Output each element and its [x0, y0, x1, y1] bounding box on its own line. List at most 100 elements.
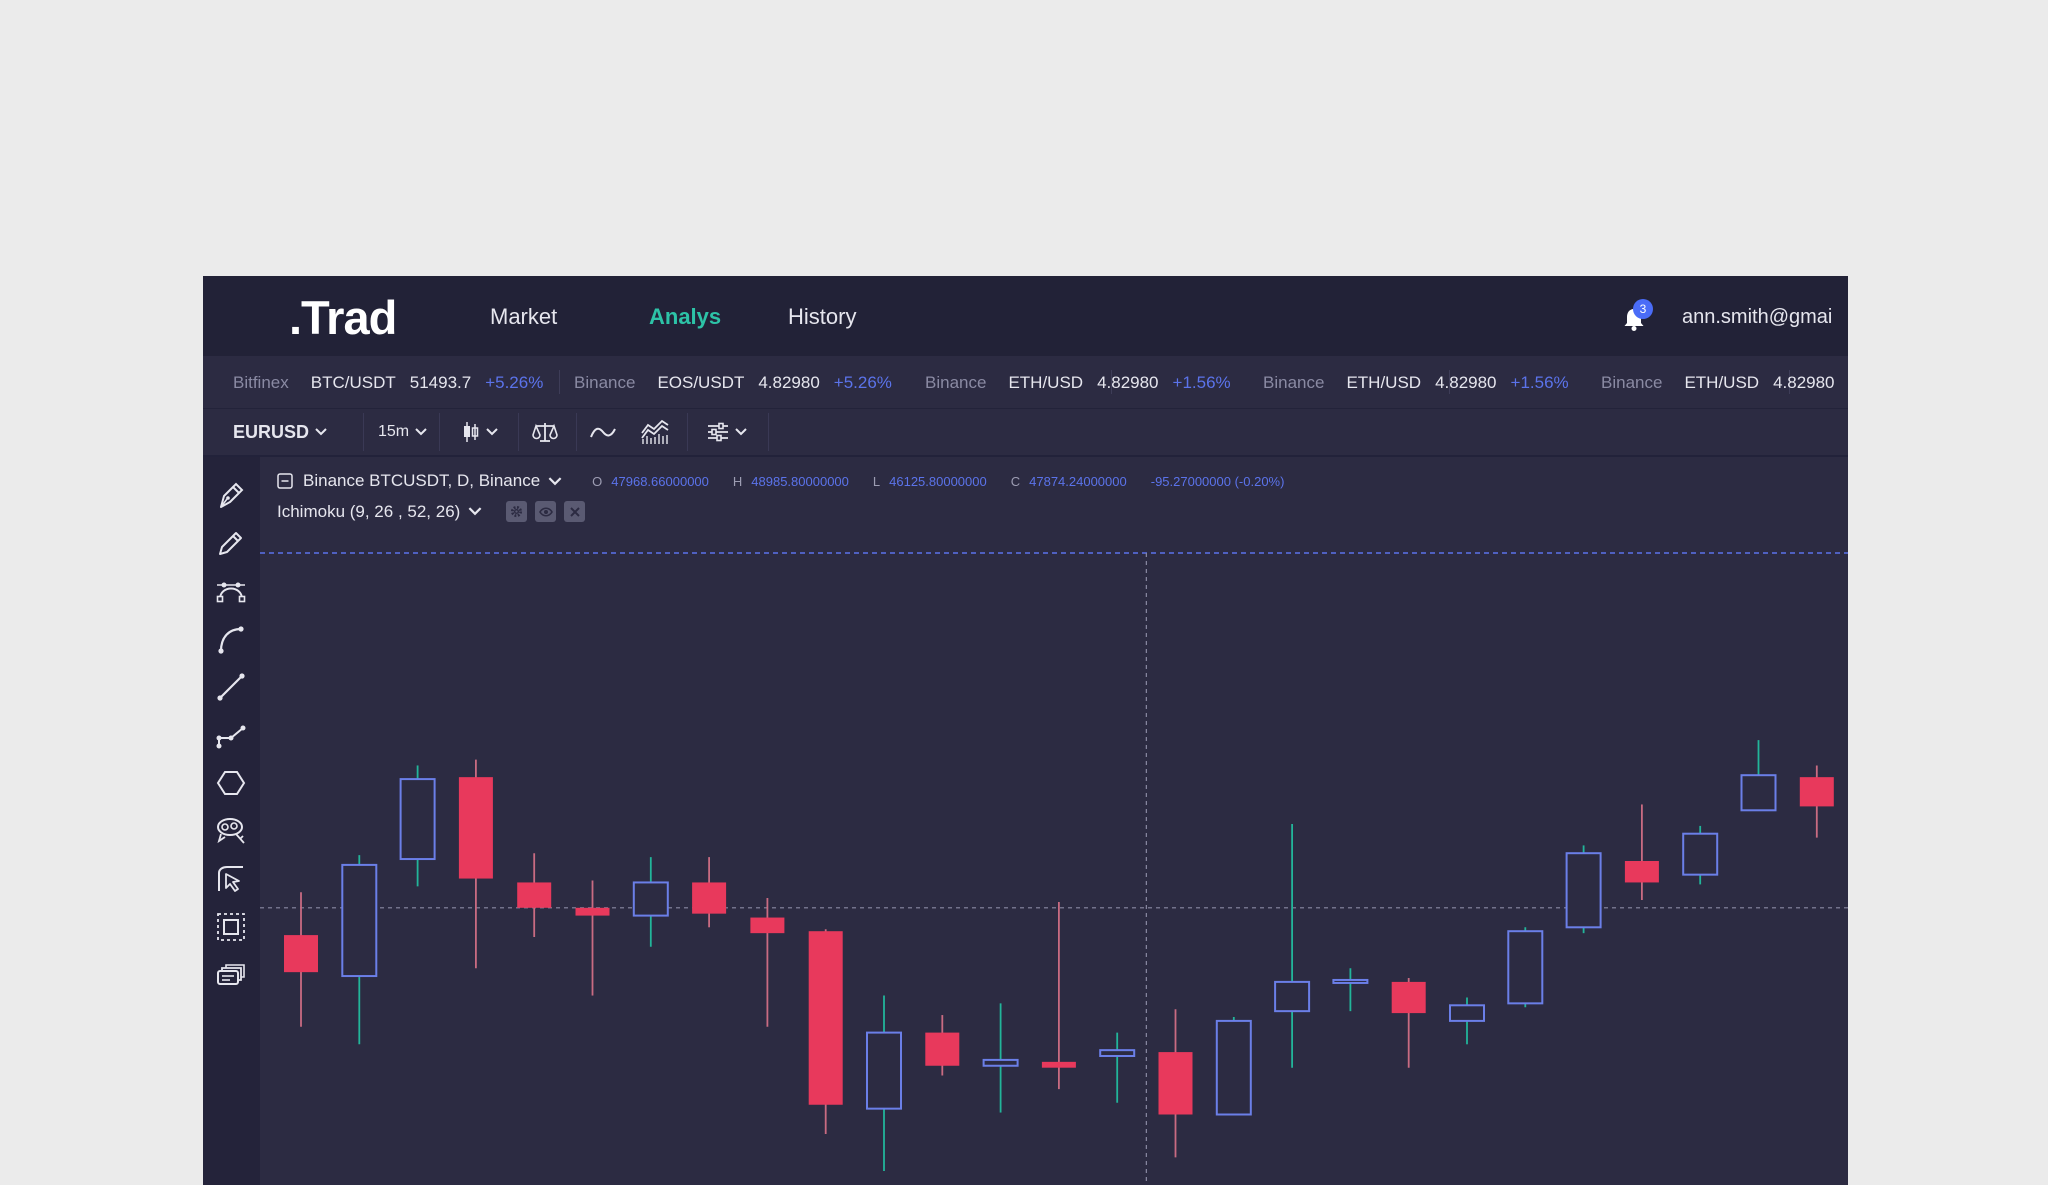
chart-settings-button[interactable] [707, 409, 747, 455]
ticker-item[interactable]: Binance ETH/USD 4.82980 [1601, 373, 1848, 393]
line-indicator-icon [590, 427, 616, 438]
close-value: 47874.24000000 [1029, 473, 1127, 489]
candle-body-up [1215, 1019, 1252, 1116]
ticker-item[interactable]: Binance EOS/USDT 4.82980 +5.26% [574, 373, 892, 393]
candle-body-down [750, 917, 785, 934]
cursor-arrow-icon[interactable] [215, 863, 247, 895]
chart-type-selector[interactable] [462, 409, 498, 455]
close-label: C [1010, 473, 1021, 489]
polyline-icon[interactable] [215, 719, 247, 751]
candle-body-down [1624, 861, 1659, 883]
gear-icon [511, 505, 523, 518]
trend-line-icon[interactable] [215, 671, 247, 703]
arc-icon[interactable] [215, 623, 247, 655]
candle-body-up [1274, 980, 1311, 1013]
chevron-down-icon [315, 428, 327, 436]
ticker-price: 4.82980 [1435, 373, 1497, 392]
candle-body-up [399, 778, 436, 861]
brush-selection-icon[interactable] [215, 815, 247, 847]
candle-body-down [1799, 777, 1834, 807]
ticker-pair: EOS/USDT [657, 373, 745, 392]
price-chart-area[interactable]: Binance BTCUSDT, D, Binance O 47968.6600… [260, 457, 1848, 1185]
candle-body-up [1449, 1004, 1485, 1022]
pencil-icon[interactable] [215, 527, 247, 559]
candles-icon [464, 422, 479, 442]
chevron-down-icon [486, 428, 498, 436]
nav-history-link[interactable]: History [788, 304, 856, 330]
drawing-tools-sidebar [203, 457, 260, 1185]
ticker-change: +1.56% [1510, 373, 1569, 392]
candle-body-up [341, 863, 378, 978]
ticker-price: 51493.7 [409, 373, 472, 392]
chevron-down-icon [735, 428, 747, 436]
candle-body-down [692, 882, 727, 914]
compare-button[interactable] [532, 409, 558, 455]
change-value: -95.27000000 (-0.20%) [1150, 473, 1285, 489]
ticker-item[interactable]: Binance ETH/USD 4.82980 +1.56% [925, 373, 1231, 393]
indicator-remove-button[interactable] [564, 501, 586, 522]
app-logo[interactable]: .Trad [289, 290, 397, 345]
bezier-icon[interactable] [215, 575, 247, 607]
candle-body-up [1099, 1049, 1136, 1058]
indicator-settings-button[interactable] [506, 501, 528, 522]
open-label: O [592, 473, 603, 489]
candle-body-up [1565, 852, 1602, 929]
ticker-price: 4.82980 [1097, 373, 1159, 392]
line-indicator-button[interactable] [589, 409, 617, 455]
indicators-button[interactable] [640, 409, 670, 455]
candlestick-chart[interactable] [260, 457, 1848, 1185]
ticker-price: 4.82980 [758, 373, 820, 392]
eye-icon [538, 506, 553, 517]
toolbar-divider [687, 413, 688, 451]
nav-market-link[interactable]: Market [490, 304, 557, 330]
candle-body-down [808, 931, 843, 1105]
ticker-change: +5.26% [485, 373, 544, 392]
candle-body-down [1158, 1052, 1193, 1115]
hexagon-icon[interactable] [215, 767, 247, 799]
candle-body-down [517, 882, 552, 908]
chevron-down-icon[interactable] [468, 507, 482, 516]
low-label: L [872, 473, 881, 489]
candle-body-up [982, 1058, 1019, 1067]
low-value: 46125.80000000 [889, 473, 987, 489]
notification-count-badge: 3 [1633, 299, 1653, 319]
toolbar-divider [439, 413, 440, 451]
select-area-icon[interactable] [215, 911, 247, 943]
candle-body-up [632, 881, 669, 917]
settings-sliders-icon [708, 422, 728, 442]
ticker-pair: ETH/USD [1684, 373, 1760, 392]
symbol-label: EURUSD [233, 421, 310, 442]
ticker-price: 4.82980 [1773, 373, 1835, 392]
ticker-exchange: Bitfinex [233, 373, 289, 392]
top-navigation-bar: .Trad Market Analys History 3 ann.smith@… [203, 276, 1848, 356]
candle-body-down [575, 907, 610, 916]
layers-icon[interactable] [215, 959, 247, 991]
ticker-exchange: Binance [574, 373, 636, 392]
open-value: 47968.66000000 [611, 473, 709, 489]
nav-analys-link[interactable]: Analys [649, 304, 721, 330]
user-email[interactable]: ann.smith@gmai [1682, 306, 1832, 329]
toolbar-divider [363, 413, 364, 451]
indicator-label[interactable]: Ichimoku (9, 26 , 52, 26) [277, 502, 460, 522]
candle-body-up [866, 1031, 902, 1110]
pen-icon[interactable] [215, 479, 247, 511]
interval-selector[interactable]: 15m [378, 409, 427, 455]
candle-body-up [1507, 930, 1544, 1005]
indicator-visibility-button[interactable] [535, 501, 557, 522]
ticker-item[interactable]: Binance ETH/USD 4.82980 +1.56% [1263, 373, 1569, 393]
collapse-legend-icon[interactable] [277, 473, 293, 489]
compare-icon [532, 423, 558, 442]
toolbar-divider [768, 413, 769, 451]
chart-legend-ohlc: Binance BTCUSDT, D, Binance O 47968.6600… [277, 471, 1308, 491]
close-icon [570, 506, 580, 517]
candle-body-down [284, 935, 318, 973]
ticker-exchange: Binance [925, 373, 987, 392]
ticker-pair: ETH/USD [1008, 373, 1084, 392]
ticker-pair: BTC/USDT [310, 373, 396, 392]
chevron-down-icon [415, 428, 427, 436]
legend-symbol[interactable]: Binance BTCUSDT, D, Binance [303, 471, 540, 491]
chevron-down-icon[interactable] [548, 476, 562, 486]
symbol-selector[interactable]: EURUSD [233, 409, 327, 455]
ticker-item[interactable]: Bitfinex BTC/USDT 51493.7 +5.26% [233, 373, 543, 393]
toolbar-divider [576, 413, 577, 451]
